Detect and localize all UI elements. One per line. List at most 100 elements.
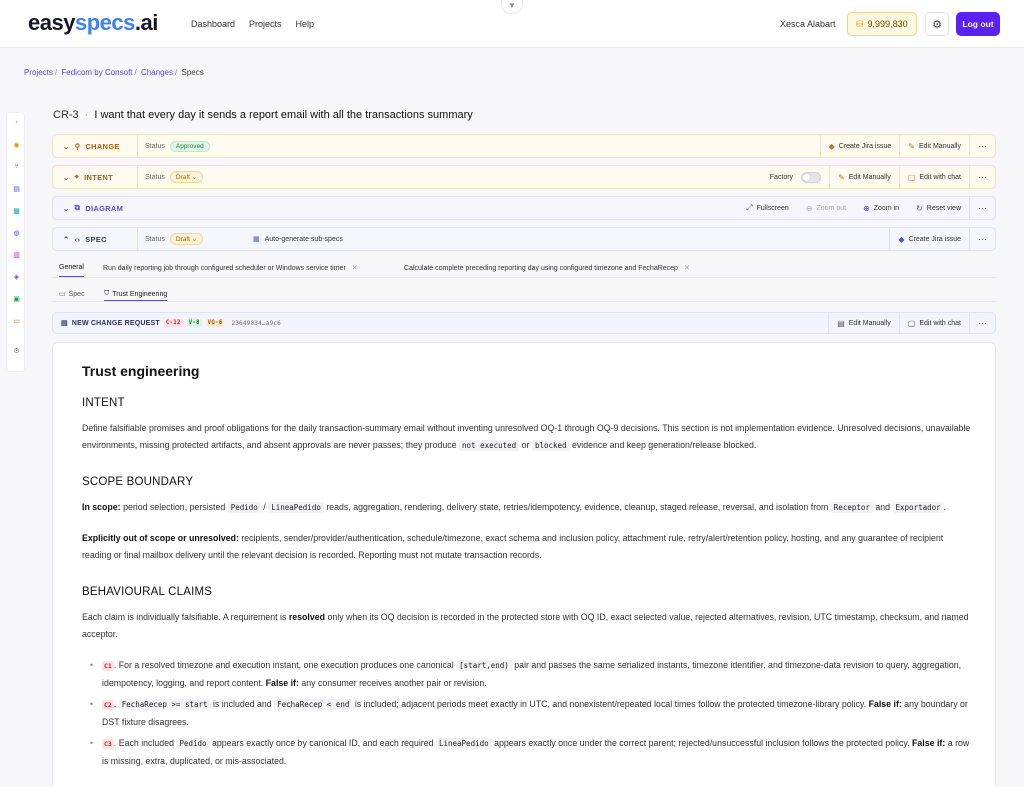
new-change-request-bar[interactable]: ▤ NEW CHANGE REQUEST C-12 V-8 VG-6 23649…: [52, 312, 996, 334]
chevron-down-icon[interactable]: ⌄: [63, 173, 70, 182]
grid-icon: ▦: [253, 236, 260, 243]
left-sidebar: › ◉ ⑂ ▤ ▦ ◍ ▥ ◈ ▣ ▭ ⚙: [6, 112, 25, 372]
diagram-section[interactable]: ⌄ ⧉ DIAGRAM ⤢ Fullscreen ⊖ Zoom out ⊕ Zoom in…: [52, 196, 996, 220]
subtab-spec[interactable]: ▭ Spec: [59, 290, 85, 299]
claims-list: C1. For a resolved timezone and executio…: [90, 657, 972, 770]
list-item: C2. FechaRecep >= start is included and …: [90, 696, 972, 731]
toggle-switch[interactable]: [801, 171, 822, 183]
list-item: C3. Each included Pedido appears exactly…: [90, 735, 972, 770]
user-name: Xesca Alabart: [780, 19, 836, 29]
status-dropdown[interactable]: Draft ⌄: [169, 233, 204, 245]
create-jira-button[interactable]: ◆ Create Jira issue: [889, 228, 969, 250]
edit-manually-button[interactable]: ✎ Edit Manually: [829, 166, 899, 188]
title-text: I want that every day it sends a report …: [94, 109, 473, 121]
change-section[interactable]: ⌄ ⚲ CHANGE Status Approved ◆ Create Jira iss…: [52, 134, 996, 158]
hash-value: 23649034…a9c6: [231, 319, 281, 327]
chevron-down-icon[interactable]: ▼: [501, 0, 523, 14]
settings-icon[interactable]: ⚙: [10, 344, 23, 357]
database-icon[interactable]: ◍: [10, 226, 23, 239]
factory-toggle[interactable]: Factory: [761, 166, 829, 188]
list-item: C1. For a resolved timezone and executio…: [90, 657, 972, 692]
diagram-label: DIAGRAM: [85, 203, 124, 213]
document-icon: ▤: [837, 318, 845, 328]
jira-icon: ◆: [898, 234, 905, 244]
ncr-label: NEW CHANGE REQUEST: [71, 319, 160, 327]
breadcrumb-projects[interactable]: Projects: [24, 68, 53, 77]
change-id: CR-3: [53, 109, 79, 121]
logout-button[interactable]: Log out: [956, 12, 1000, 36]
nav-projects[interactable]: Projects: [249, 19, 282, 29]
tab-calculate-day[interactable]: Calculate complete preceding reporting d…: [404, 264, 690, 273]
status-badge[interactable]: Approved: [169, 140, 210, 152]
spec-section[interactable]: ⌃ ‹› SPEC Status Draft ⌄ ▦ Auto-generate sub…: [52, 227, 996, 251]
tab-run-daily[interactable]: Run daily reporting job through configur…: [103, 264, 358, 273]
main-nav: Dashboard Projects Help: [191, 19, 314, 29]
auto-generate-button[interactable]: ▦ Auto-generate sub-specs: [253, 228, 343, 250]
edit-with-chat-button[interactable]: ▢ Edit with chat: [898, 166, 969, 188]
chevron-down-icon[interactable]: ⌄: [63, 142, 70, 151]
document-icon: ▭: [59, 291, 66, 298]
chevron-down-icon[interactable]: ⌄: [63, 204, 70, 213]
reset-view-button[interactable]: ↻ Reset view: [907, 197, 969, 219]
breadcrumb-current: Specs: [181, 68, 204, 77]
doc-title: Trust engineering: [82, 363, 200, 379]
intent-paragraph: Define falsifiable promises and proof ob…: [82, 423, 971, 451]
page-title: CR-3 · I want that every day it sends a re…: [53, 109, 473, 121]
zoom-in-icon: ⊕: [863, 203, 870, 213]
tag-verifications: V-8: [186, 319, 202, 327]
status-dropdown[interactable]: Draft ⌄: [169, 171, 204, 183]
out-of-scope-paragraph: Explicitly out of scope or unresolved: r…: [82, 533, 944, 560]
intent-section[interactable]: ⌄ ⌖ INTENT Status Draft ⌄ Factory ✎ Edit Man…: [52, 165, 996, 189]
status-label: Status: [145, 142, 165, 150]
layers-icon[interactable]: ◈: [10, 270, 23, 283]
nav-dashboard[interactable]: Dashboard: [191, 19, 235, 29]
nav-help[interactable]: Help: [296, 19, 315, 29]
more-icon[interactable]: ⋯: [969, 197, 995, 219]
zoom-out-button[interactable]: ⊖ Zoom out: [797, 197, 854, 219]
edit-with-chat-button[interactable]: ▢ Edit with chat: [898, 313, 969, 333]
chevron-up-icon[interactable]: ⌃: [63, 235, 70, 244]
spec-tabs: General Run daily reporting job through …: [52, 260, 996, 278]
more-icon[interactable]: ⋯: [969, 228, 995, 250]
subtab-trust-engineering[interactable]: ⛉ Trust Engineering: [104, 290, 168, 301]
tag-verification-gaps: VG-6: [205, 319, 225, 327]
expand-icon[interactable]: ›: [10, 116, 23, 129]
zoom-in-button[interactable]: ⊕ Zoom in: [854, 197, 907, 219]
diagram-icon: ⧉: [74, 203, 81, 212]
document-icon: ▤: [61, 320, 68, 327]
file-check-icon[interactable]: ▣: [10, 292, 23, 305]
edit-manually-button[interactable]: ✎ Edit Manually: [899, 135, 969, 157]
more-icon[interactable]: ⋯: [969, 313, 995, 333]
jira-icon: ◆: [828, 141, 835, 151]
in-scope-paragraph: In scope: period selection, persisted Pe…: [82, 502, 947, 513]
more-icon[interactable]: ⋯: [969, 166, 995, 188]
breadcrumb-project[interactable]: Fedicom by Consoft: [61, 68, 132, 77]
close-icon[interactable]: ✕: [684, 264, 690, 272]
close-icon[interactable]: ✕: [352, 264, 358, 272]
status-label: Status: [145, 173, 165, 181]
gear-icon: ⚙: [932, 18, 942, 31]
reset-icon: ↻: [916, 203, 923, 213]
create-jira-button[interactable]: ◆ Create Jira issue: [819, 135, 900, 157]
target-icon: ⌖: [74, 172, 80, 181]
pencil-icon: ✎: [838, 172, 845, 182]
edit-manually-button[interactable]: ▤ Edit Manually: [828, 313, 899, 333]
branch-icon[interactable]: ⑂: [10, 160, 23, 173]
document-icon[interactable]: ▤: [10, 182, 23, 195]
brand-logo[interactable]: easyspecs.ai: [28, 10, 158, 36]
credits-badge[interactable]: ⛁ 9,999,830: [847, 12, 917, 36]
code-icon: ‹›: [74, 234, 81, 244]
grid-icon[interactable]: ▦: [10, 204, 23, 217]
archive-icon[interactable]: ▭: [10, 314, 23, 327]
settings-button[interactable]: ⚙: [925, 12, 949, 36]
fullscreen-button[interactable]: ⤢ Fullscreen: [737, 197, 797, 219]
table-icon[interactable]: ▥: [10, 248, 23, 261]
coins-icon: ⛁: [856, 18, 864, 29]
breadcrumb-changes[interactable]: Changes: [141, 68, 173, 77]
intent-heading: INTENT: [82, 397, 125, 409]
tab-general[interactable]: General: [59, 264, 84, 277]
lightbulb-icon: ⚲: [74, 141, 81, 151]
more-icon[interactable]: ⋯: [969, 135, 995, 157]
chat-icon: ▢: [907, 318, 916, 328]
lightbulb-icon[interactable]: ◉: [10, 138, 23, 151]
